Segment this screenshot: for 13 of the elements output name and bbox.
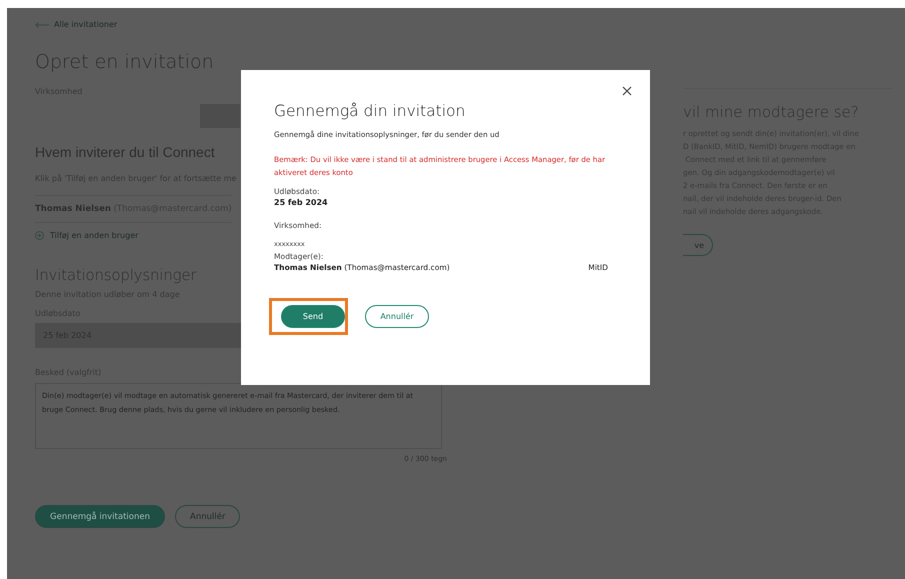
cancel-button[interactable]: Annullér	[365, 305, 429, 328]
back-link[interactable]: Alle invitationer	[35, 20, 118, 29]
primary-button[interactable]: Gennemgå invitationen	[35, 505, 165, 528]
primary-button[interactable]: Send	[281, 305, 345, 328]
add-user-link[interactable]: Tilføj en anden bruger	[35, 231, 138, 240]
cancel-button[interactable]: Annullér	[175, 505, 240, 528]
arrow-left-icon	[35, 22, 49, 28]
expiry-value: 25 feb 2024	[274, 198, 329, 207]
close-icon[interactable]	[622, 86, 632, 96]
partial-button[interactable]: ve	[683, 234, 713, 256]
plus-circle-icon	[35, 231, 44, 240]
company-field[interactable]	[200, 104, 240, 128]
dialog-title: Gennemgå din invitation	[274, 102, 466, 120]
